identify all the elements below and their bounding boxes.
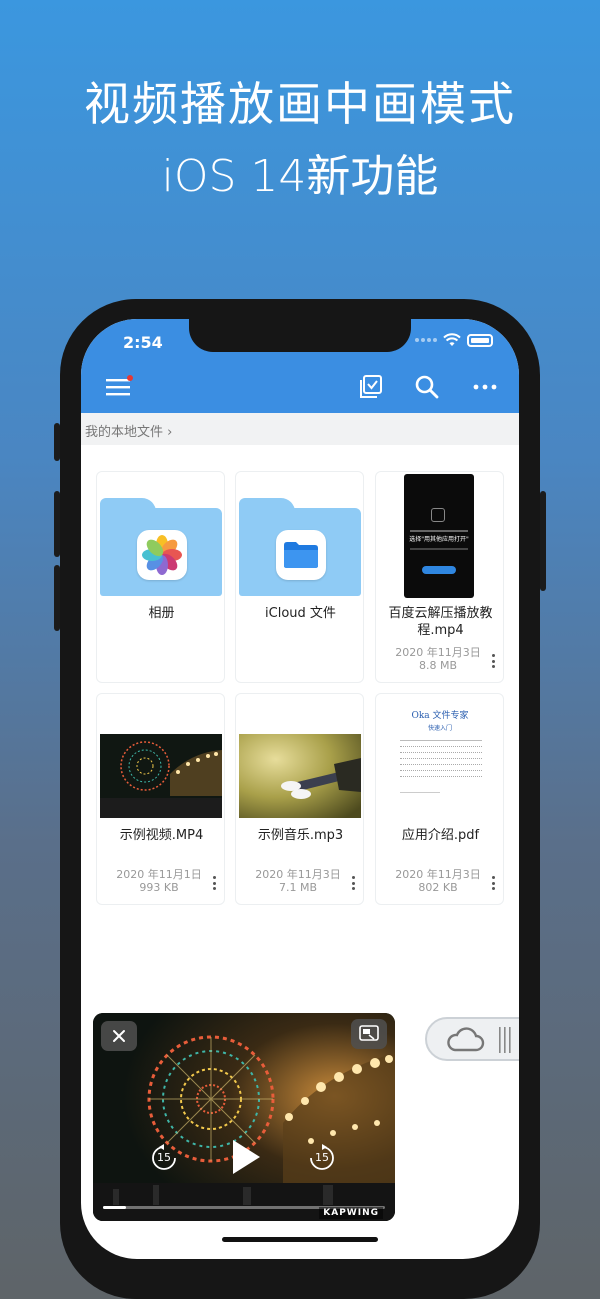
headline-line2: iOS 14新功能 bbox=[161, 151, 439, 202]
file-card-app-intro-pdf[interactable]: Oka 文件专家 快速入门 应用介绍.pdf 2020 年11月3日 802 K… bbox=[375, 693, 504, 905]
file-more-button[interactable] bbox=[489, 876, 497, 890]
folder-icon bbox=[239, 498, 361, 596]
file-card-sample-music[interactable]: 示例音乐.mp3 2020 年11月3日 7.1 MB bbox=[235, 693, 364, 905]
thumbnail-caption: 选择"用其他应用打开" bbox=[409, 536, 469, 543]
phone-silent-switch bbox=[54, 423, 60, 461]
file-name: 示例音乐.mp3 bbox=[257, 828, 344, 843]
pip-progress-fill bbox=[103, 1206, 126, 1209]
file-date: 2020 年11月3日 bbox=[255, 868, 341, 881]
skip-back-button[interactable]: 15 bbox=[149, 1143, 179, 1173]
skip-forward-seconds: 15 bbox=[315, 1151, 329, 1164]
file-name: 百度云解压播放教程.mp4 bbox=[388, 606, 493, 638]
app-screen: 2:54 我的本地文件 › 相册 iCloud 文件 选择"用其他应用打开" 百… bbox=[81, 319, 519, 1259]
exit-pip-icon bbox=[359, 1025, 379, 1041]
pip-player[interactable]: 15 15 KAPWING bbox=[93, 1013, 395, 1221]
ellipsis-icon bbox=[473, 384, 497, 390]
file-date: 2020 年11月3日 bbox=[395, 868, 481, 881]
phone-frame: 2:54 我的本地文件 › 相册 iCloud 文件 选择"用其他应用打开" 百… bbox=[54, 299, 546, 1299]
status-time: 2:54 bbox=[123, 333, 163, 352]
file-name: 相册 bbox=[148, 606, 175, 621]
file-size: 7.1 MB bbox=[278, 881, 318, 894]
pip-close-button[interactable] bbox=[101, 1021, 137, 1051]
pip-expand-button[interactable] bbox=[351, 1019, 387, 1049]
file-card-icloud[interactable]: iCloud 文件 bbox=[235, 471, 364, 683]
pdf-title: Oka 文件专家 bbox=[411, 711, 469, 721]
file-meta: 2020 年11月1日 993 KB bbox=[97, 868, 221, 894]
file-card-tutorial-video[interactable]: 选择"用其他应用打开" 百度云解压播放教程.mp4 2020 年11月3日 8.… bbox=[375, 471, 504, 683]
file-card-sample-video[interactable]: 示例视频.MP4 2020 年11月1日 993 KB bbox=[96, 693, 225, 905]
file-meta: 2020 年11月3日 7.1 MB bbox=[236, 868, 360, 894]
file-date: 2020 年11月1日 bbox=[116, 868, 202, 881]
file-name: 示例视频.MP4 bbox=[119, 828, 204, 843]
play-button[interactable] bbox=[229, 1137, 263, 1177]
skip-forward-button[interactable]: 15 bbox=[307, 1143, 337, 1173]
battery-icon bbox=[467, 333, 493, 347]
notch bbox=[189, 319, 411, 352]
wifi-icon bbox=[443, 333, 461, 346]
search-icon bbox=[415, 375, 439, 399]
file-more-button[interactable] bbox=[349, 876, 357, 890]
phone-volume-up bbox=[54, 491, 60, 557]
cloud-sync-tab[interactable] bbox=[425, 1017, 519, 1061]
file-more-button[interactable] bbox=[210, 876, 218, 890]
top-toolbar bbox=[81, 361, 519, 413]
file-meta: 2020 年11月3日 802 KB bbox=[376, 868, 500, 894]
pip-video-frame bbox=[93, 1013, 395, 1221]
menu-button[interactable] bbox=[103, 371, 135, 403]
photos-app-icon bbox=[137, 530, 187, 580]
skip-back-seconds: 15 bbox=[157, 1151, 171, 1164]
multi-select-icon bbox=[360, 375, 382, 398]
video-thumbnail: 选择"用其他应用打开" bbox=[404, 474, 474, 598]
signal-icon bbox=[415, 338, 437, 342]
drag-handle-icon[interactable] bbox=[497, 1026, 513, 1054]
file-size: 993 KB bbox=[139, 881, 179, 894]
more-button[interactable] bbox=[469, 371, 501, 403]
breadcrumb[interactable]: 我的本地文件 › bbox=[81, 413, 519, 445]
video-thumbnail bbox=[100, 734, 222, 818]
files-app-icon bbox=[276, 530, 326, 580]
file-name: iCloud 文件 bbox=[265, 606, 336, 621]
file-name: 应用介绍.pdf bbox=[401, 828, 480, 843]
file-size: 8.8 MB bbox=[418, 659, 458, 672]
notification-dot bbox=[127, 375, 133, 381]
phone-power-button bbox=[540, 491, 546, 591]
search-button[interactable] bbox=[411, 371, 443, 403]
file-size: 802 KB bbox=[418, 881, 458, 894]
file-more-button[interactable] bbox=[489, 654, 497, 668]
promo-headline: 视频播放画中画模式 iOS 14新功能 bbox=[0, 72, 600, 210]
phone-volume-down bbox=[54, 565, 60, 631]
close-icon bbox=[113, 1030, 125, 1042]
pdf-thumbnail: Oka 文件专家 快速入门 bbox=[380, 700, 500, 820]
audio-thumbnail bbox=[239, 734, 361, 818]
video-watermark: KAPWING bbox=[319, 1207, 383, 1219]
file-card-photos[interactable]: 相册 bbox=[96, 471, 225, 683]
file-date: 2020 年11月3日 bbox=[395, 646, 481, 659]
cloud-icon bbox=[447, 1027, 485, 1052]
home-indicator[interactable] bbox=[222, 1237, 378, 1242]
pdf-subtitle: 快速入门 bbox=[427, 725, 452, 732]
play-icon bbox=[233, 1140, 260, 1174]
status-icons bbox=[415, 333, 493, 347]
file-meta: 2020 年11月3日 8.8 MB bbox=[376, 646, 500, 672]
headline-line1: 视频播放画中画模式 bbox=[84, 77, 516, 131]
folder-icon bbox=[100, 498, 222, 596]
multi-select-button[interactable] bbox=[355, 371, 387, 403]
